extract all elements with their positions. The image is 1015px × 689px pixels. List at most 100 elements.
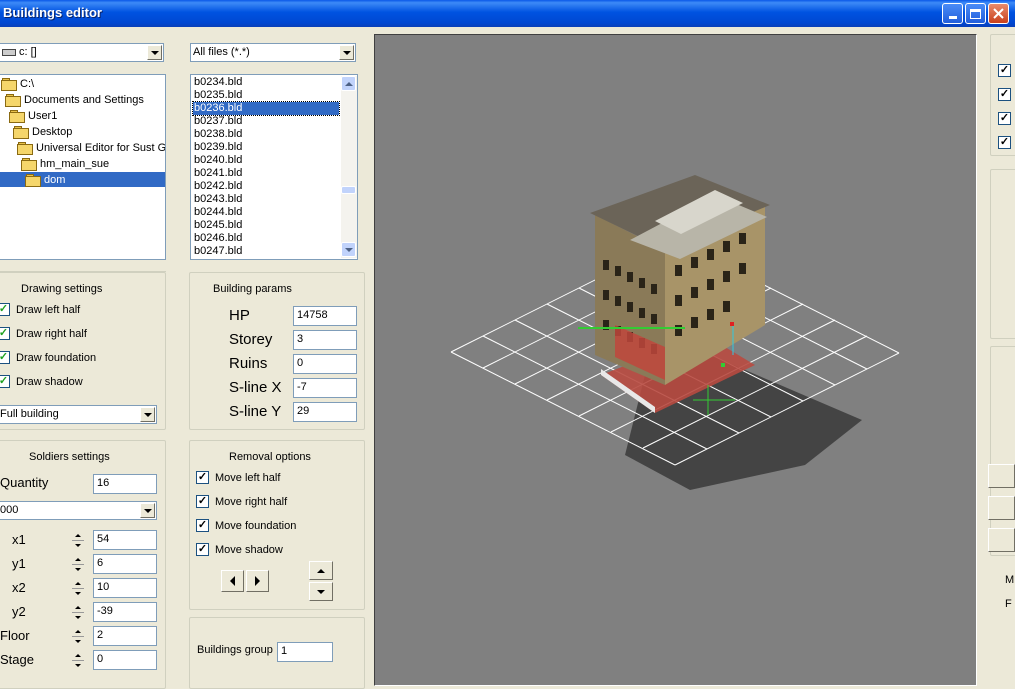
right-checkbox-2[interactable]: ✓ xyxy=(998,88,1011,101)
move-down-button[interactable] xyxy=(309,582,333,601)
soldier-y2-input[interactable]: -39 xyxy=(93,602,157,622)
checkmark-icon: ✓ xyxy=(0,375,10,388)
soldier-y2-label: y2 xyxy=(12,604,26,619)
folder-item[interactable]: hm_main_sue xyxy=(21,156,109,172)
soldier-y2-spinner[interactable] xyxy=(70,602,86,622)
folder-item[interactable]: Documents and Settings xyxy=(5,92,144,108)
soldier-stage-input[interactable]: 0 xyxy=(93,650,157,670)
s-line-y-input[interactable]: 29 xyxy=(293,402,357,422)
spin-down-icon[interactable] xyxy=(70,636,86,646)
spin-down-icon[interactable] xyxy=(70,540,86,550)
s-line-y-label: S-line Y xyxy=(229,403,282,420)
spin-up-icon[interactable] xyxy=(70,650,86,660)
right-button-3[interactable] xyxy=(988,528,1015,552)
file-item[interactable]: b0241.bld xyxy=(193,167,339,180)
spin-down-icon[interactable] xyxy=(70,612,86,622)
drive-icon xyxy=(2,48,16,56)
file-item[interactable]: b0240.bld xyxy=(193,154,339,167)
soldier-y1-spinner[interactable] xyxy=(70,554,86,574)
folder-item[interactable]: User1 xyxy=(9,108,57,124)
file-item[interactable]: b0247.bld xyxy=(193,245,339,258)
move-up-button[interactable] xyxy=(309,561,333,580)
move-foundation-checkbox[interactable]: ✓ Move foundation xyxy=(196,519,296,532)
folder-tree[interactable]: C:\ Documents and Settings User1 Desktop… xyxy=(0,74,166,260)
folder-item[interactable]: Universal Editor for Sust Gr xyxy=(17,140,165,156)
file-list[interactable]: b0234.bld b0235.bld b0236.bld b0237.bld b023… xyxy=(190,74,358,260)
storey-input[interactable]: 3 xyxy=(293,330,357,350)
move-shadow-checkbox[interactable]: ✓ Move shadow xyxy=(196,543,283,556)
soldier-floor-label: Floor xyxy=(0,628,30,643)
ruins-input[interactable]: 0 xyxy=(293,354,357,374)
chevron-down-icon[interactable] xyxy=(140,407,155,422)
scroll-down-button[interactable] xyxy=(341,242,356,257)
quantity-input[interactable]: 16 xyxy=(93,474,157,494)
soldier-y1-input[interactable]: 6 xyxy=(93,554,157,574)
move-right-half-checkbox[interactable]: ✓ Move right half xyxy=(196,495,287,508)
spin-down-icon[interactable] xyxy=(70,564,86,574)
file-item[interactable]: b0245.bld xyxy=(193,219,339,232)
file-item[interactable]: b0235.bld xyxy=(193,89,339,102)
right-checkbox-1[interactable]: ✓ xyxy=(998,64,1011,77)
folder-item[interactable]: Desktop xyxy=(13,124,72,140)
folder-item-selected[interactable]: dom xyxy=(25,172,65,188)
file-item[interactable]: b0244.bld xyxy=(193,206,339,219)
soldiers-settings-title: Soldiers settings xyxy=(29,451,110,463)
scroll-thumb[interactable] xyxy=(341,186,356,194)
file-filter-select[interactable]: All files (*.*) xyxy=(190,43,356,62)
file-item[interactable]: b0238.bld xyxy=(193,128,339,141)
spin-up-icon[interactable] xyxy=(70,626,86,636)
file-item[interactable]: b0234.bld xyxy=(193,76,339,89)
draw-mode-select[interactable]: Full building xyxy=(0,405,157,424)
window-title: Buildings editor xyxy=(3,5,102,20)
maximize-button[interactable] xyxy=(965,3,986,24)
move-left-button[interactable] xyxy=(221,570,244,592)
right-checkbox-4[interactable]: ✓ xyxy=(998,136,1011,149)
right-button-1[interactable] xyxy=(988,464,1015,488)
spin-up-icon[interactable] xyxy=(70,578,86,588)
soldier-x1-spinner[interactable] xyxy=(70,530,86,550)
soldier-stage-spinner[interactable] xyxy=(70,650,86,670)
file-item-selected[interactable]: b0236.bld xyxy=(192,101,340,116)
s-line-x-input[interactable]: -7 xyxy=(293,378,357,398)
spin-up-icon[interactable] xyxy=(70,554,86,564)
draw-right-half-checkbox[interactable]: ✓ Draw right half xyxy=(0,327,87,340)
move-right-button[interactable] xyxy=(246,570,269,592)
hp-input[interactable]: 14758 xyxy=(293,306,357,326)
right-button-2[interactable] xyxy=(988,496,1015,520)
right-checkbox-3[interactable]: ✓ xyxy=(998,112,1011,125)
soldier-floor-spinner[interactable] xyxy=(70,626,86,646)
close-button[interactable] xyxy=(988,3,1009,24)
draw-shadow-checkbox[interactable]: ✓ Draw shadow xyxy=(0,375,83,388)
draw-left-half-checkbox[interactable]: ✓ Draw left half xyxy=(0,303,80,316)
drive-select[interactable]: c: [] xyxy=(0,43,164,62)
spin-down-icon[interactable] xyxy=(70,588,86,598)
spin-up-icon[interactable] xyxy=(70,602,86,612)
title-bar[interactable]: Buildings editor xyxy=(0,0,1015,27)
file-item[interactable]: b0242.bld xyxy=(193,180,339,193)
scroll-up-button[interactable] xyxy=(341,76,356,91)
checkmark-icon: ✓ xyxy=(196,543,209,556)
folder-item[interactable]: C:\ xyxy=(1,76,34,92)
spin-up-icon[interactable] xyxy=(70,530,86,540)
soldier-x2-input[interactable]: 10 xyxy=(93,578,157,598)
building-viewport[interactable] xyxy=(374,34,977,686)
soldier-slot-select[interactable]: 000 xyxy=(0,501,157,520)
buildings-group-input[interactable]: 1 xyxy=(277,642,333,662)
minimize-button[interactable] xyxy=(942,3,963,24)
soldier-x2-label: x2 xyxy=(12,580,26,595)
chevron-down-icon[interactable] xyxy=(147,45,162,60)
chevron-down-icon[interactable] xyxy=(140,503,155,518)
draw-foundation-checkbox[interactable]: ✓ Draw foundation xyxy=(0,351,96,364)
file-list-scrollbar[interactable] xyxy=(341,76,357,258)
soldier-x2-spinner[interactable] xyxy=(70,578,86,598)
file-item[interactable]: b0237.bld xyxy=(193,115,339,128)
move-left-half-checkbox[interactable]: ✓ Move left half xyxy=(196,471,280,484)
file-item[interactable]: b0246.bld xyxy=(193,232,339,245)
soldier-x1-input[interactable]: 54 xyxy=(93,530,157,550)
file-item[interactable]: b0243.bld xyxy=(193,193,339,206)
file-item[interactable]: b0239.bld xyxy=(193,141,339,154)
buildings-group-label: Buildings group xyxy=(197,644,273,656)
spin-down-icon[interactable] xyxy=(70,660,86,670)
soldier-floor-input[interactable]: 2 xyxy=(93,626,157,646)
chevron-down-icon[interactable] xyxy=(339,45,354,60)
